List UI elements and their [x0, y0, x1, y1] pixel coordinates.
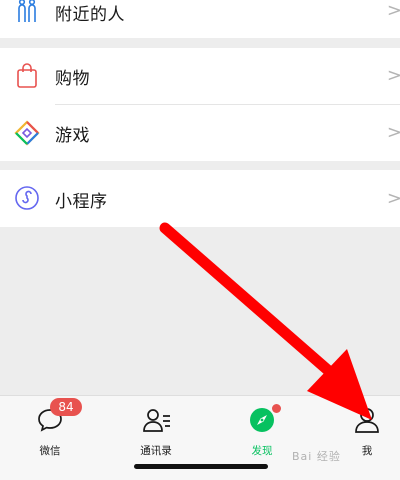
shopping-bag-icon: [14, 63, 40, 89]
contacts-icon: [142, 406, 170, 434]
people-nearby-icon: [14, 0, 40, 24]
chevron-right-icon: >: [386, 65, 400, 86]
menu-item-label: 游戏: [55, 126, 90, 146]
chevron-right-icon: >: [386, 122, 400, 143]
tab-me[interactable]: 我: [337, 404, 397, 457]
menu-item-label: 附近的人: [55, 5, 125, 25]
tab-label: 通讯录: [140, 445, 172, 457]
mini-program-icon: [14, 185, 40, 211]
tab-contacts[interactable]: 通讯录: [126, 404, 186, 457]
menu-item-games[interactable]: 游戏 >: [0, 105, 400, 161]
game-diamond-icon: [14, 120, 40, 146]
menu-item-label: 小程序: [55, 192, 108, 212]
menu-item-mini-programs[interactable]: 小程序 >: [0, 170, 400, 227]
tab-label: 发现: [251, 445, 273, 457]
tab-chats[interactable]: 84 微信: [20, 398, 82, 457]
notification-dot: [272, 404, 281, 413]
watermark: Bai 经验: [292, 450, 341, 463]
home-indicator: [134, 464, 268, 469]
tab-discover[interactable]: 发现: [232, 404, 292, 457]
chevron-right-icon: >: [386, 0, 400, 21]
chevron-right-icon: >: [386, 188, 400, 209]
tab-label: 微信: [39, 445, 61, 457]
tab-label: 我: [361, 445, 373, 457]
menu-item-shopping[interactable]: 购物 >: [0, 48, 400, 105]
person-icon: [353, 406, 381, 434]
menu-item-nearby[interactable]: 附近的人 >: [0, 0, 400, 38]
menu-item-label: 购物: [55, 69, 90, 89]
unread-count-badge: 84: [50, 398, 82, 416]
